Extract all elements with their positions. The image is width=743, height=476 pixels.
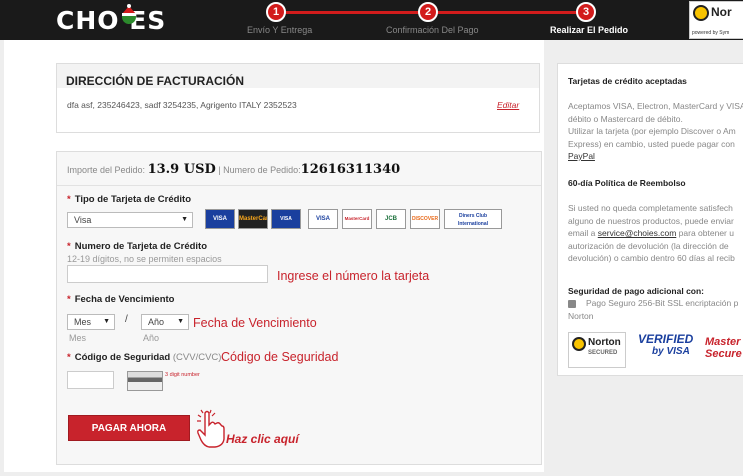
amount-label: Importe del Pedido:: [67, 165, 146, 175]
logo-text: CHO ES: [56, 6, 167, 35]
sidebar: Tarjetas de crédito aceptadas Aceptamos …: [557, 63, 743, 376]
step-1-label: Envío Y Entrega: [247, 25, 313, 35]
security-text-1: Pago Seguro 256-Bit SSL encriptación p: [586, 298, 739, 308]
jcb-logo: JCB: [376, 209, 406, 229]
norton-secured-badge: Norton SECURED: [568, 332, 626, 368]
cvv-label: * Código de Seguridad (CVV/CVC): [67, 352, 222, 363]
year-hint: Año: [143, 333, 160, 343]
card-number-annotation: Ingrese el número la tarjeta: [277, 269, 430, 283]
card-number-hint: 12-19 dígitos, no se permiten espacios: [67, 254, 222, 264]
card-type-label-text: Tipo de Tarjeta de Crédito: [74, 194, 192, 205]
date-separator: /: [125, 314, 128, 325]
badge-visa-2: by VISA: [652, 346, 690, 357]
mastercard-securecode-badge: Master Secure: [705, 336, 742, 360]
security-text-2: Norton: [568, 311, 594, 321]
step-2-badge: 2: [418, 2, 438, 22]
step-3-badge: 3: [576, 2, 596, 22]
card-type-value: Visa: [74, 215, 92, 225]
expiry-label: * Fecha de Vencimiento: [67, 294, 175, 305]
cvv-label-text: Código de Seguridad: [74, 352, 171, 363]
mastercard-logo: MasterCard: [238, 209, 268, 229]
order-value: 12616311340: [300, 162, 401, 177]
chevron-down-icon: ▼: [103, 318, 110, 325]
chevron-down-icon: ▼: [177, 318, 184, 325]
amount-value: 13.9 USD: [147, 162, 216, 177]
checkmark-icon: [572, 337, 586, 351]
refund-text-3: email a service@choies.com para obtener …: [568, 227, 743, 240]
card-type-select[interactable]: Visa ▼: [67, 212, 193, 228]
badge-master-2: Secure: [705, 348, 742, 360]
mastercard-debit-logo: MasterCard Debit: [342, 209, 372, 229]
refund-text-3-pre: email a: [568, 228, 598, 238]
billing-section: DIRECCIÓN DE FACTURACIÓN dfa asf, 235246…: [56, 63, 540, 133]
expiry-month-select[interactable]: Mes ▼: [67, 314, 115, 330]
edit-address-link[interactable]: Editar: [497, 100, 519, 110]
expiry-annotation: Fecha de Vencimiento: [193, 316, 317, 330]
payment-section: Importe del Pedido: 13.9 USD | Numero de…: [56, 151, 542, 465]
divider: [57, 185, 541, 186]
norton-sub: powered by Sym: [692, 30, 730, 36]
cvv-input[interactable]: [67, 371, 114, 389]
security-title: Seguridad de pago adicional con:: [568, 286, 705, 296]
refund-title: 60-día Política de Reembolso: [568, 178, 686, 188]
cards-text-3: Utilizar la tarjeta (por ejemplo Discove…: [568, 126, 736, 136]
verified-by-visa-badge: VERIFIED by VISA: [638, 332, 693, 357]
card-type-label: * Tipo de Tarjeta de Crédito: [67, 194, 192, 205]
card-number-label: * Numero de Tarjeta de Crédito: [67, 241, 208, 252]
lock-icon: [568, 300, 576, 308]
visa-logo: VISA: [205, 209, 235, 229]
refund-text: Si usted no queda completamente satisfec…: [568, 202, 743, 265]
diners-club-logo: Diners Club International: [444, 209, 502, 229]
expiry-year-select[interactable]: Año ▼: [141, 314, 189, 330]
badge-master-1: Master: [705, 336, 741, 348]
cards-title: Tarjetas de crédito aceptadas: [568, 76, 687, 86]
visa-electron-logo: VISA Electron: [271, 209, 301, 229]
norton-name: Nor: [711, 5, 732, 19]
step-1-badge: 1: [266, 2, 286, 22]
checkmark-icon: [693, 5, 709, 21]
cards-text-2: débito o Mastercard de débito.: [568, 113, 683, 124]
chevron-down-icon: ▼: [181, 216, 188, 223]
refund-text-4: autorización de devolución (la dirección…: [568, 240, 729, 251]
pay-now-button[interactable]: PAGAR AHORA: [68, 415, 190, 441]
paypal-link[interactable]: PayPal: [568, 150, 743, 163]
refund-text-3-post: para obtener u: [676, 228, 734, 238]
card-number-label-text: Numero de Tarjeta de Crédito: [74, 241, 208, 252]
cards-text-4: Express) en cambio, usted puede pagar co…: [568, 138, 735, 149]
cards-text-1: Aceptamos VISA, Electron, MasterCard y V…: [568, 101, 743, 111]
hand-pointer-icon: [197, 409, 225, 448]
step-2-label: Confirmación Del Pago: [386, 25, 479, 35]
badge-visa-1: VERIFIED: [638, 332, 694, 346]
refund-text-5: devolución) o cambio dentro 60 días al r…: [568, 253, 735, 263]
order-summary: Importe del Pedido: 13.9 USD | Numero de…: [67, 162, 400, 177]
order-label: Numero de Pedido:: [223, 165, 301, 175]
badge-norton-name: Norton: [588, 337, 621, 348]
billing-address: dfa asf, 235246423, sadf 3254235, Agrige…: [67, 100, 297, 110]
discover-logo: DISCOVER: [410, 209, 440, 229]
cards-text: Aceptamos VISA, Electron, MasterCard y V…: [568, 100, 743, 163]
service-email-link[interactable]: service@choies.com: [598, 228, 677, 238]
cvv-annotation: Código de Seguridad: [221, 350, 339, 364]
badge-norton-sub: SECURED: [588, 350, 618, 356]
visa-debit-logo: VISA Debit: [308, 209, 338, 229]
santa-hat-icon: [122, 4, 136, 24]
billing-title: DIRECCIÓN DE FACTURACIÓN: [57, 64, 539, 88]
card-number-input[interactable]: [67, 265, 268, 283]
cvv-hint: (CVV/CVC): [172, 352, 222, 363]
month-hint: Mes: [69, 333, 87, 343]
month-value: Mes: [74, 317, 92, 327]
refund-text-2: alguno de nuestros productos, puede envi…: [568, 215, 734, 226]
top-bar: CHO ES 1 2 3 Envío Y Entrega Confirmació…: [0, 0, 743, 40]
refund-text-1: Si usted no queda completamente satisfec…: [568, 203, 733, 213]
cvv-note: 3 digit number: [165, 372, 200, 378]
cvv-card-icon: [127, 371, 163, 391]
step-3-label: Realizar El Pedido: [550, 25, 629, 35]
expiry-label-text: Fecha de Vencimiento: [74, 294, 175, 305]
logo[interactable]: CHO ES: [56, 4, 167, 35]
norton-badge-top: Nor powered by Sym: [689, 1, 743, 39]
year-value: Año: [148, 317, 165, 327]
click-annotation: Haz clic aquí: [226, 432, 299, 446]
